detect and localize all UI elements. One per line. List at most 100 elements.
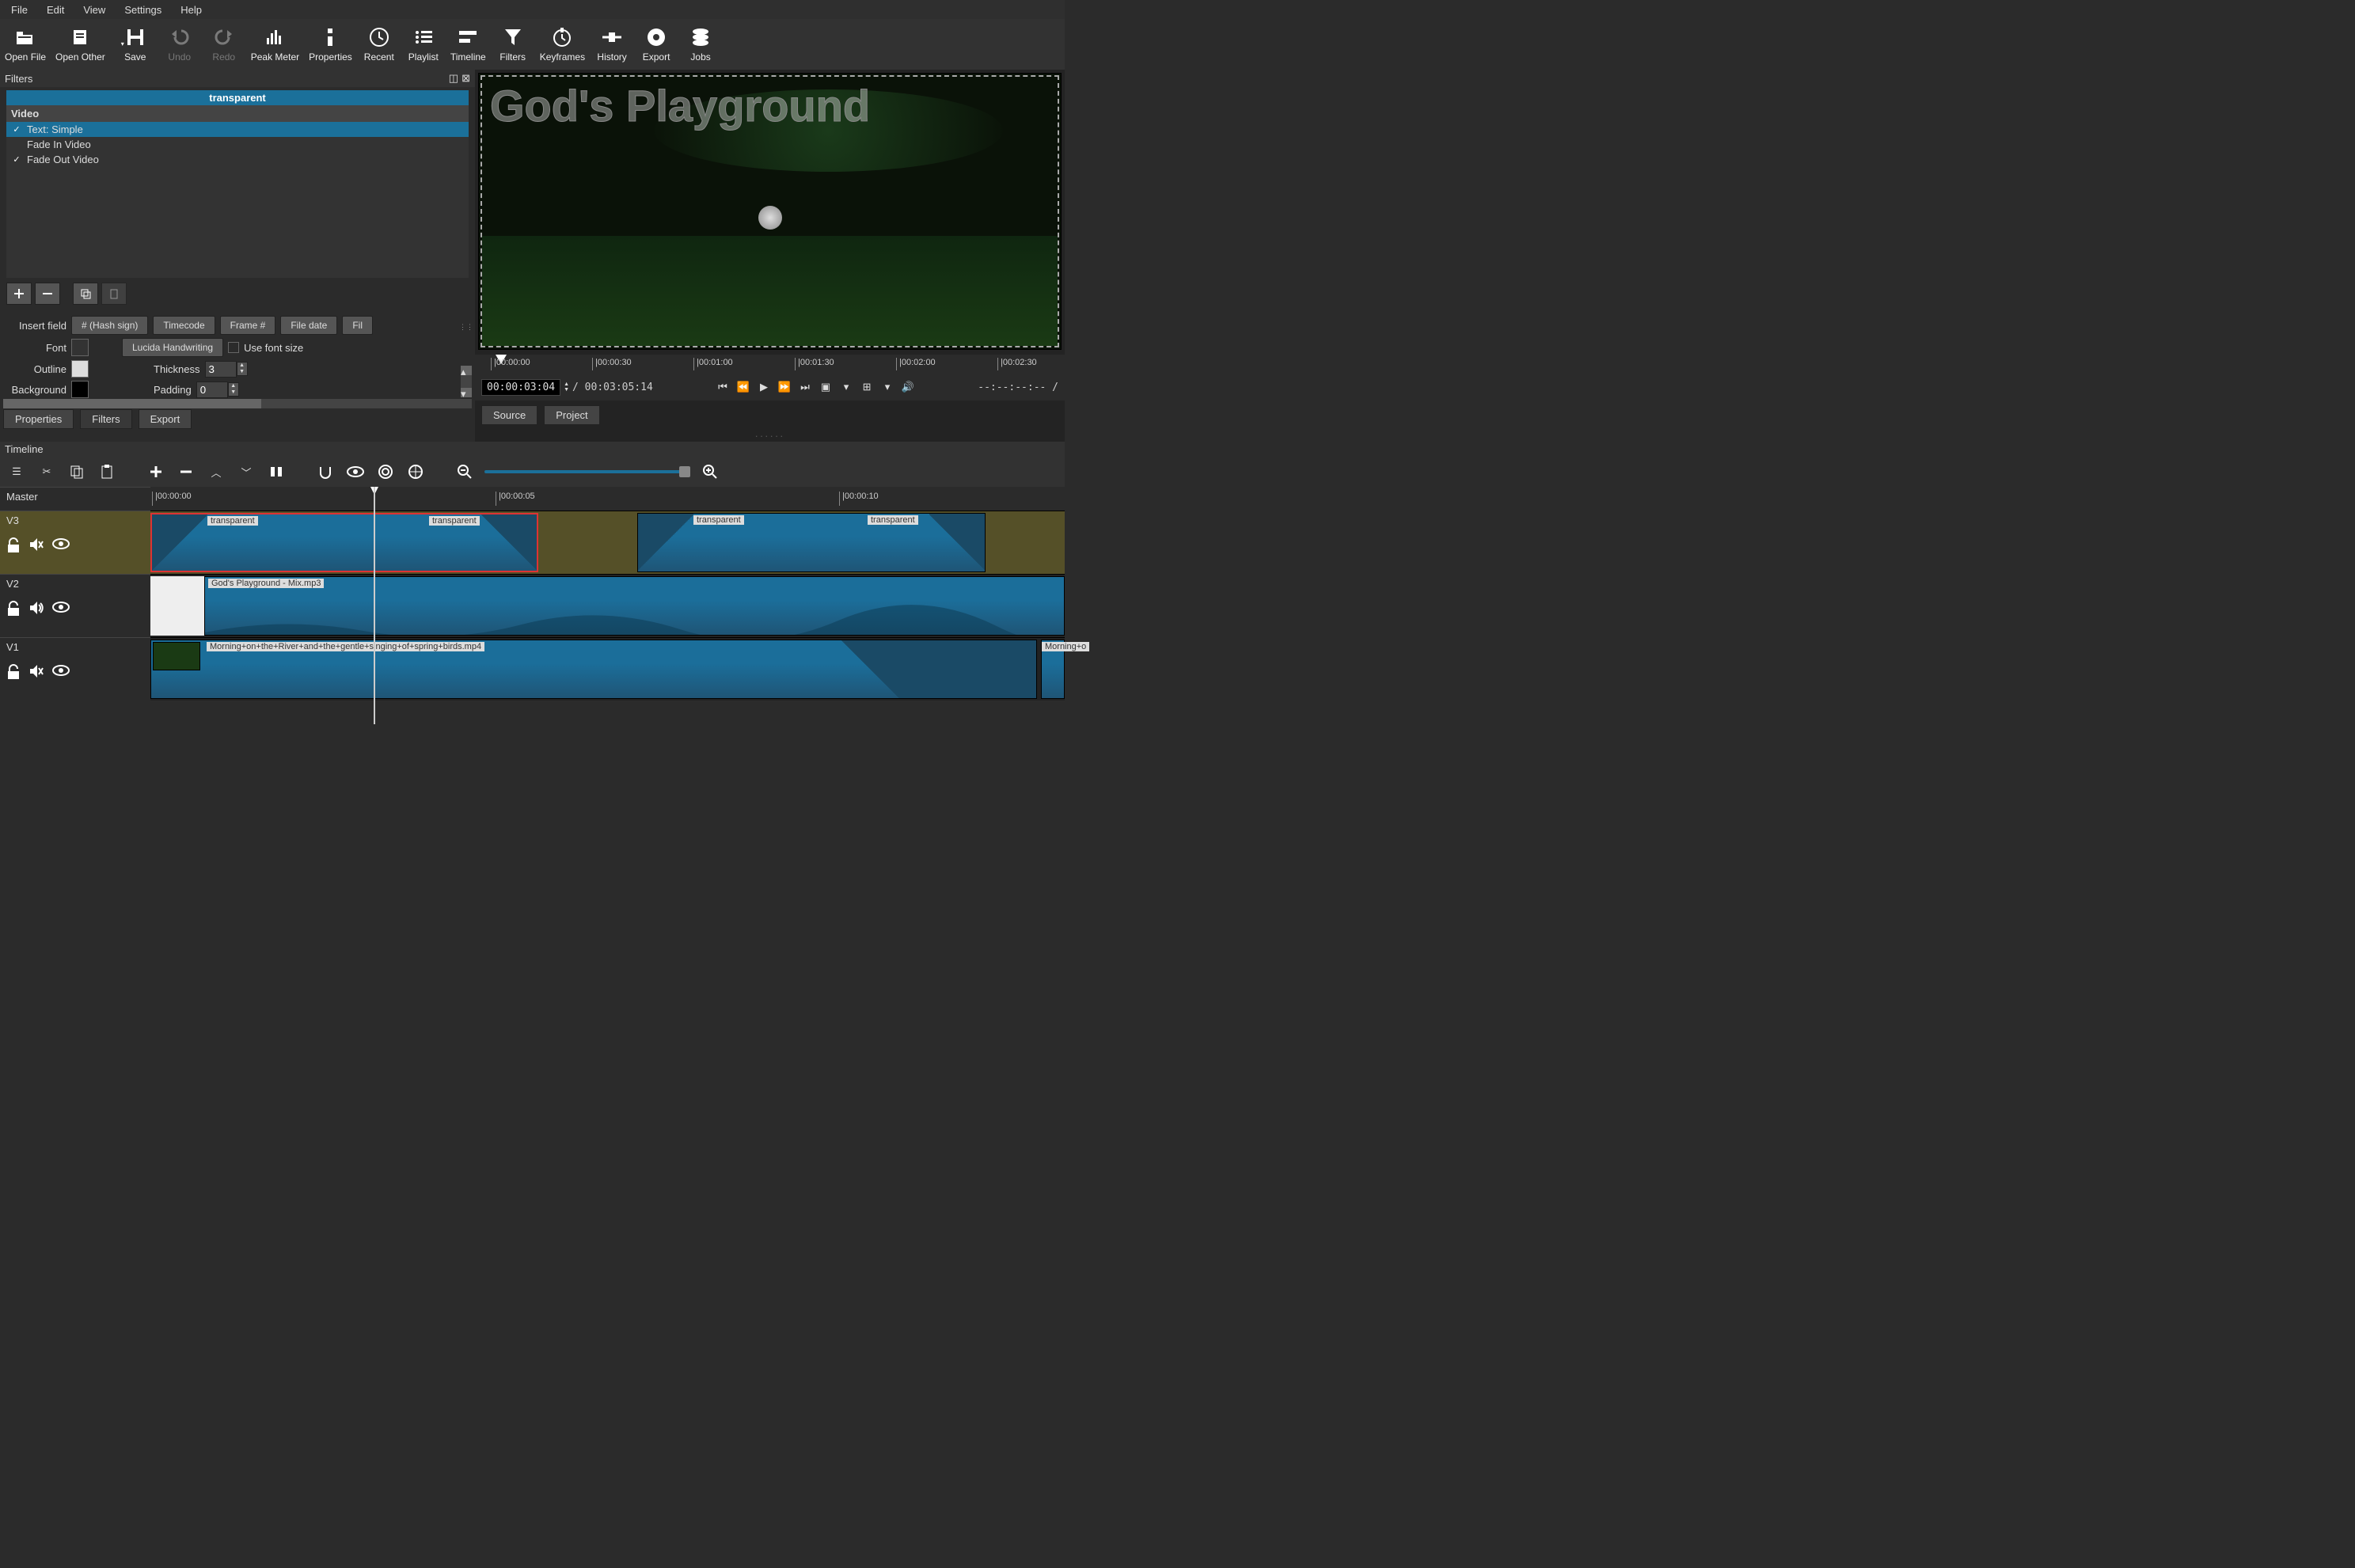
lock-icon[interactable]	[6, 601, 21, 617]
zoom-in-icon[interactable]	[700, 461, 720, 482]
filter-item[interactable]: Fade In Video	[6, 137, 469, 152]
zoom-slider[interactable]	[484, 470, 690, 473]
checkbox-icon[interactable]: ✓	[11, 124, 22, 135]
menu-settings[interactable]: Settings	[115, 2, 171, 18]
font-color-swatch[interactable]	[71, 339, 89, 356]
audio-icon[interactable]	[28, 601, 44, 615]
tc-down[interactable]: ▼	[564, 387, 569, 393]
toolbar-peak-meter[interactable]: Peak Meter	[246, 23, 304, 66]
tab-project[interactable]: Project	[544, 405, 599, 425]
zoom-out-icon[interactable]	[454, 461, 475, 482]
timeline-clip[interactable]: transparenttransparent	[150, 513, 538, 572]
outline-color-swatch[interactable]	[71, 360, 89, 378]
eye-icon[interactable]	[52, 601, 70, 613]
insert-field-button[interactable]: File date	[280, 316, 337, 335]
ripple-icon[interactable]	[375, 461, 396, 482]
insert-field-button[interactable]: Timecode	[153, 316, 215, 335]
tab-export[interactable]: Export	[139, 409, 192, 429]
toolbar-redo[interactable]: Redo	[202, 23, 246, 66]
skip-end-icon[interactable]: ⏭	[796, 378, 814, 396]
menu-help[interactable]: Help	[171, 2, 211, 18]
timeline-clip[interactable]: transparenttransparent	[637, 513, 986, 572]
track-v1[interactable]: Morning+on+the+River+and+the+gentle+sing…	[150, 637, 1065, 700]
track-v3[interactable]: transparenttransparent transparenttranspa…	[150, 511, 1065, 574]
toolbar-open-file[interactable]: Open File	[0, 23, 51, 66]
tc-up[interactable]: ▲	[564, 382, 569, 387]
track-header-v3[interactable]: V3	[0, 511, 150, 574]
detach-icon[interactable]: ◫	[449, 72, 458, 85]
current-timecode[interactable]: 00:00:03:04	[481, 379, 560, 396]
checkbox-icon[interactable]: ✓	[11, 154, 22, 165]
toolbar-properties[interactable]: Properties	[304, 23, 357, 66]
scrub-icon[interactable]	[345, 461, 366, 482]
vscrollbar[interactable]: ▴ ▾	[461, 366, 472, 397]
mute-icon[interactable]	[28, 664, 44, 678]
toolbar-timeline[interactable]: Timeline	[446, 23, 491, 66]
timeline-ruler[interactable]: |00:00:00|00:00:05|00:00:10	[150, 487, 1065, 511]
paste-icon[interactable]	[97, 461, 117, 482]
tab-properties[interactable]: Properties	[3, 409, 74, 429]
filter-item[interactable]: ✓Fade Out Video	[6, 152, 469, 167]
preview-ruler[interactable]: |00:00:00|00:00:30|00:01:00|00:01:30|00:…	[475, 355, 1065, 374]
toolbar-filters[interactable]: Filters	[491, 23, 535, 66]
volume-icon[interactable]: 🔊	[899, 378, 917, 396]
cut-icon[interactable]: ✂	[36, 461, 57, 482]
padding-spinner[interactable]: ▲▼	[196, 382, 239, 398]
forward-icon[interactable]: ⏩	[776, 378, 793, 396]
append-icon[interactable]	[146, 461, 166, 482]
video-preview[interactable]: God's Playground	[478, 73, 1062, 350]
lift-icon[interactable]: ︿	[206, 461, 226, 482]
lock-icon[interactable]	[6, 664, 21, 680]
insert-field-button[interactable]: Frame #	[220, 316, 276, 335]
eye-icon[interactable]	[52, 664, 70, 677]
toolbar-jobs[interactable]: Jobs	[678, 23, 723, 66]
paste-filter-button[interactable]	[101, 283, 127, 305]
menu-file[interactable]: File	[2, 2, 37, 18]
checkbox-icon[interactable]	[11, 139, 22, 150]
toolbar-keyframes[interactable]: Keyframes	[535, 23, 590, 66]
lock-icon[interactable]	[6, 537, 21, 553]
tab-source[interactable]: Source	[481, 405, 537, 425]
copy-filter-button[interactable]	[73, 283, 98, 305]
menu-icon[interactable]: ☰	[6, 461, 27, 482]
menu-view[interactable]: View	[74, 2, 115, 18]
filter-item[interactable]: ✓Text: Simple	[6, 122, 469, 137]
track-header-v1[interactable]: V1	[0, 637, 150, 700]
splitter-handle[interactable]: ······	[475, 430, 1065, 442]
split-icon[interactable]	[266, 461, 287, 482]
toolbar-history[interactable]: History	[590, 23, 634, 66]
thickness-spinner[interactable]: ▲▼	[205, 361, 248, 378]
toolbar-open-other[interactable]: Open Other▾	[51, 23, 113, 66]
insert-field-button[interactable]: Fil	[342, 316, 373, 335]
skip-start-icon[interactable]: ⏮	[714, 378, 731, 396]
ripple-all-icon[interactable]	[405, 461, 426, 482]
play-icon[interactable]: ▶	[755, 378, 773, 396]
hscrollbar[interactable]	[3, 399, 472, 408]
grid-icon[interactable]: ⊞	[858, 378, 876, 396]
toolbar-playlist[interactable]: Playlist	[401, 23, 446, 66]
drag-handle[interactable]: ⋮⋮	[459, 323, 473, 332]
add-filter-button[interactable]	[6, 283, 32, 305]
use-font-size-checkbox[interactable]	[228, 342, 239, 353]
insert-field-button[interactable]: # (Hash sign)	[71, 316, 148, 335]
toolbar-save[interactable]: Save	[113, 23, 158, 66]
font-picker[interactable]: Lucida Handwriting	[122, 338, 223, 357]
snap-icon[interactable]	[315, 461, 336, 482]
zoom-fit-icon[interactable]: ▣	[817, 378, 834, 396]
chevron-down-icon[interactable]: ▾	[838, 378, 855, 396]
menu-edit[interactable]: Edit	[37, 2, 74, 18]
eye-icon[interactable]	[52, 537, 70, 550]
track-header-v2[interactable]: V2	[0, 574, 150, 637]
remove-filter-button[interactable]	[35, 283, 60, 305]
copy-icon[interactable]	[66, 461, 87, 482]
chevron-down-icon[interactable]: ▾	[879, 378, 896, 396]
tab-filters[interactable]: Filters	[80, 409, 131, 429]
background-color-swatch[interactable]	[71, 381, 89, 398]
mute-icon[interactable]	[28, 537, 44, 552]
rewind-icon[interactable]: ⏪	[735, 378, 752, 396]
close-icon[interactable]: ⊠	[462, 72, 470, 85]
toolbar-undo[interactable]: Undo	[158, 23, 202, 66]
remove-icon[interactable]	[176, 461, 196, 482]
track-v2[interactable]: God's Playground - Mix.mp3	[150, 574, 1065, 637]
toolbar-recent[interactable]: Recent	[357, 23, 401, 66]
